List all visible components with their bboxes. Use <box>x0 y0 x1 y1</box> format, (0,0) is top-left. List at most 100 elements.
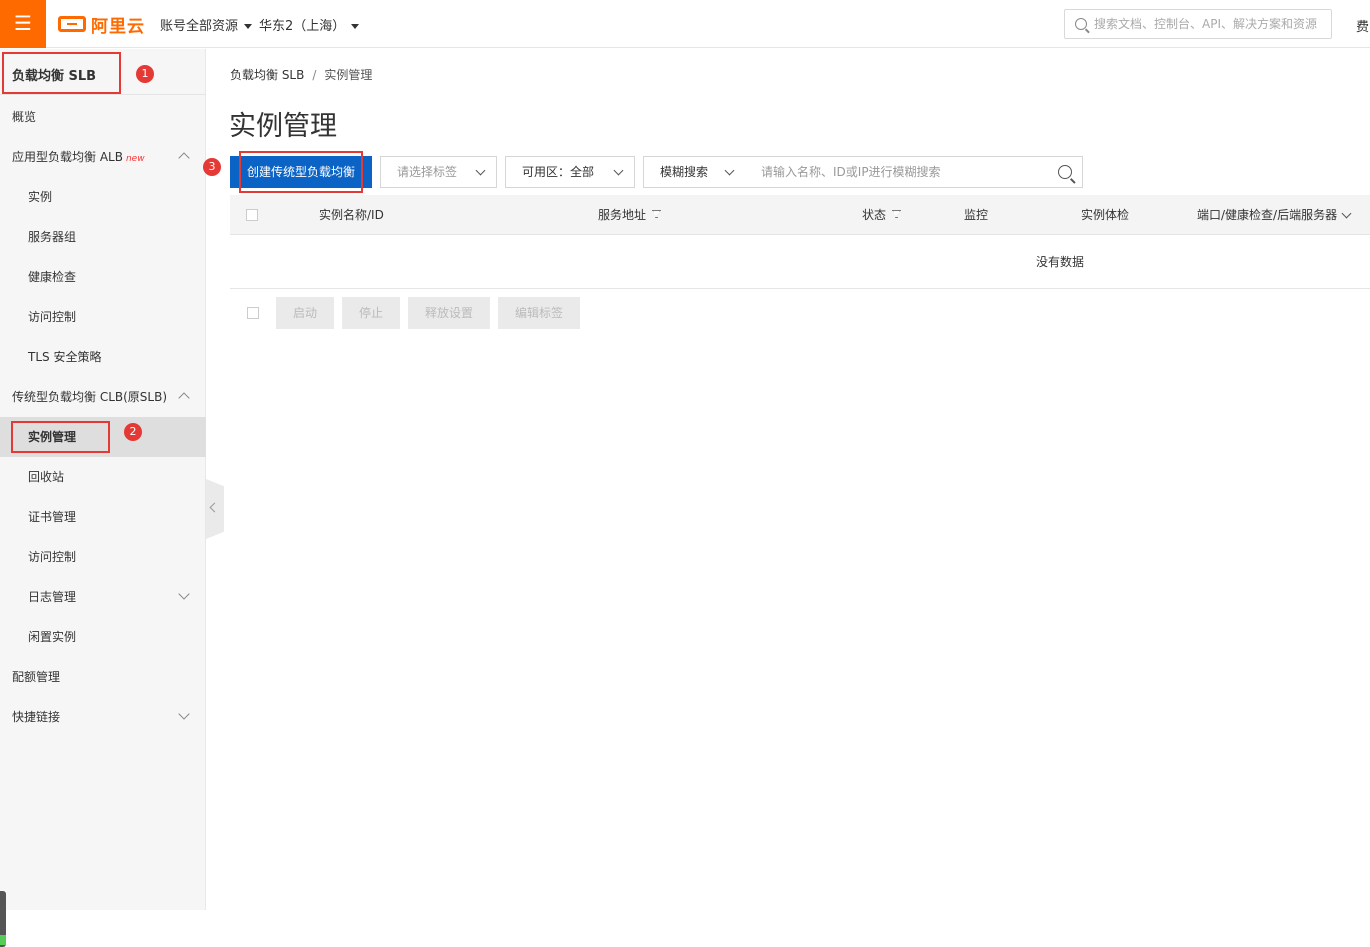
annotation-badge-2: 2 <box>124 423 142 441</box>
sidebar-item-label: 访问控制 <box>28 310 77 324</box>
sidebar-group-shortcuts[interactable]: 快捷链接 <box>0 697 206 737</box>
user-menu[interactable]: 费 <box>1356 16 1369 35</box>
search-mode-select[interactable]: 模糊搜索 <box>643 156 746 188</box>
column-header-service-address[interactable]: 服务地址 <box>598 195 662 235</box>
table-empty-row: 没有数据 <box>230 236 1370 289</box>
sidebar-item-label: 证书管理 <box>28 510 77 524</box>
stop-button[interactable]: 停止 <box>342 297 400 329</box>
hamburger-menu-button[interactable]: ☰ <box>0 0 46 48</box>
logo-text: 阿里云 <box>91 16 145 37</box>
sidebar-group-clb[interactable]: 传统型负载均衡 CLB(原SLB) <box>0 377 206 417</box>
sidebar-item-health-check[interactable]: 健康检查 <box>0 257 206 297</box>
sidebar-item-alb-instances[interactable]: 实例 <box>0 177 206 217</box>
sidebar-item-label: 回收站 <box>28 470 65 484</box>
sidebar-item-label: 实例 <box>28 190 53 204</box>
sidebar-item-tls-policy[interactable]: TLS 安全策略 <box>0 337 206 377</box>
column-header-port-health-backend[interactable]: 端口/健康检查/后端服务器 <box>1197 195 1352 235</box>
sidebar-item-label: 快捷链接 <box>12 710 61 724</box>
sidebar-item-label: 传统型负载均衡 CLB(原SLB) <box>12 390 168 404</box>
account-scope-dropdown[interactable]: 账号全部资源 <box>160 15 253 34</box>
breadcrumb-separator: / <box>312 68 317 82</box>
hamburger-icon: ☰ <box>14 11 32 35</box>
release-settings-button[interactable]: 释放设置 <box>408 297 490 329</box>
batch-select-checkbox[interactable] <box>247 307 259 319</box>
aliyun-logo-icon <box>58 16 86 32</box>
column-header-name-id: 实例名称/ID <box>319 208 384 222</box>
sidebar-item-label: 概览 <box>12 110 37 124</box>
zone-select[interactable]: 可用区：全部 <box>505 156 635 188</box>
search-icon <box>1075 18 1087 30</box>
tag-select-placeholder: 请选择标签 <box>397 165 458 179</box>
chevron-up-icon <box>178 392 190 404</box>
tag-select[interactable]: 请选择标签 <box>380 156 497 188</box>
annotation-box-1 <box>2 52 121 94</box>
chevron-down-icon <box>475 165 486 176</box>
keyword-search-input[interactable] <box>745 157 1035 187</box>
zone-value: 全部 <box>570 165 595 179</box>
sidebar-item-label: TLS 安全策略 <box>28 350 102 364</box>
keyword-search <box>745 156 1083 188</box>
chevron-down-icon <box>178 588 190 600</box>
sidebar-item-log-management[interactable]: 日志管理 <box>0 577 206 617</box>
sidebar-item-quota[interactable]: 配额管理 <box>0 657 206 697</box>
column-header-health-exam: 实例体检 <box>1081 208 1130 222</box>
sidebar-item-label: 闲置实例 <box>28 630 77 644</box>
page-title: 实例管理 <box>229 111 337 142</box>
sidebar-item-label: 访问控制 <box>28 550 77 564</box>
chevron-up-icon <box>178 152 190 164</box>
caret-down-icon <box>244 24 253 29</box>
filter-icon[interactable] <box>652 210 662 220</box>
annotation-box-3 <box>239 151 363 193</box>
start-button[interactable]: 启动 <box>276 297 334 329</box>
column-header-status[interactable]: 状态 <box>862 195 902 235</box>
edit-tags-button[interactable]: 编辑标签 <box>498 297 580 329</box>
account-scope-label: 账号全部资源 <box>160 19 239 34</box>
top-nav-bar: ☰ 阿里云 账号全部资源 华东2（上海） 费 <box>0 0 1370 48</box>
caret-down-icon <box>351 24 360 29</box>
breadcrumb-root[interactable]: 负载均衡 SLB <box>230 68 304 82</box>
sidebar-item-recycle-bin[interactable]: 回收站 <box>0 457 206 497</box>
annotation-box-2 <box>11 421 110 453</box>
new-badge: new <box>125 154 145 164</box>
search-icon[interactable] <box>1058 165 1072 179</box>
column-header-label: 服务地址 <box>598 208 647 222</box>
breadcrumb: 负载均衡 SLB / 实例管理 <box>230 66 372 83</box>
search-mode-label: 模糊搜索 <box>660 165 709 179</box>
sidebar-item-idle-instances[interactable]: 闲置实例 <box>0 617 206 657</box>
chevron-left-icon <box>209 502 220 513</box>
sidebar: 负载均衡 SLB 概览 应用型负载均衡 ALB new 实例 服务器组 健康检查 … <box>0 49 206 947</box>
sidebar-collapse-handle[interactable] <box>206 479 224 539</box>
sidebar-item-label: 日志管理 <box>28 590 77 604</box>
global-search-input[interactable] <box>1094 17 1324 31</box>
select-all-checkbox[interactable] <box>246 209 258 221</box>
sidebar-item-label: 应用型负载均衡 ALB <box>12 150 123 164</box>
column-header-label: 状态 <box>862 208 887 222</box>
sidebar-item-label: 健康检查 <box>28 270 77 284</box>
filter-icon[interactable] <box>892 210 902 220</box>
column-header-monitoring: 监控 <box>964 208 989 222</box>
chevron-down-icon <box>613 165 624 176</box>
global-search[interactable] <box>1064 9 1332 39</box>
chevron-down-icon <box>724 165 735 176</box>
table-header: 实例名称/ID 服务地址 状态 监控 实例体检 端口/健康检查/后端服务器 <box>230 195 1370 235</box>
sidebar-group-alb[interactable]: 应用型负载均衡 ALB new <box>0 137 206 177</box>
sidebar-item-label: 服务器组 <box>28 230 77 244</box>
sidebar-item-label: 配额管理 <box>12 670 61 684</box>
chevron-down-icon <box>178 708 190 720</box>
sidebar-item-overview[interactable]: 概览 <box>0 97 206 137</box>
breadcrumb-current: 实例管理 <box>324 68 373 82</box>
region-dropdown[interactable]: 华东2（上海） <box>259 15 360 34</box>
sidebar-item-clb-access-control[interactable]: 访问控制 <box>0 537 206 577</box>
sidebar-item-server-groups[interactable]: 服务器组 <box>0 217 206 257</box>
annotation-badge-3: 3 <box>203 158 221 176</box>
empty-state-text: 没有数据 <box>1036 255 1085 269</box>
zone-label: 可用区： <box>522 165 571 179</box>
sidebar-item-alb-access-control[interactable]: 访问控制 <box>0 297 206 337</box>
sidebar-item-certificates[interactable]: 证书管理 <box>0 497 206 537</box>
scroll-indicator[interactable] <box>0 891 6 947</box>
chevron-down-icon <box>1341 208 1352 219</box>
aliyun-logo[interactable]: 阿里云 <box>58 12 145 37</box>
region-label: 华东2（上海） <box>259 19 346 34</box>
column-header-label: 端口/健康检查/后端服务器 <box>1197 208 1338 222</box>
annotation-badge-1: 1 <box>136 65 154 83</box>
